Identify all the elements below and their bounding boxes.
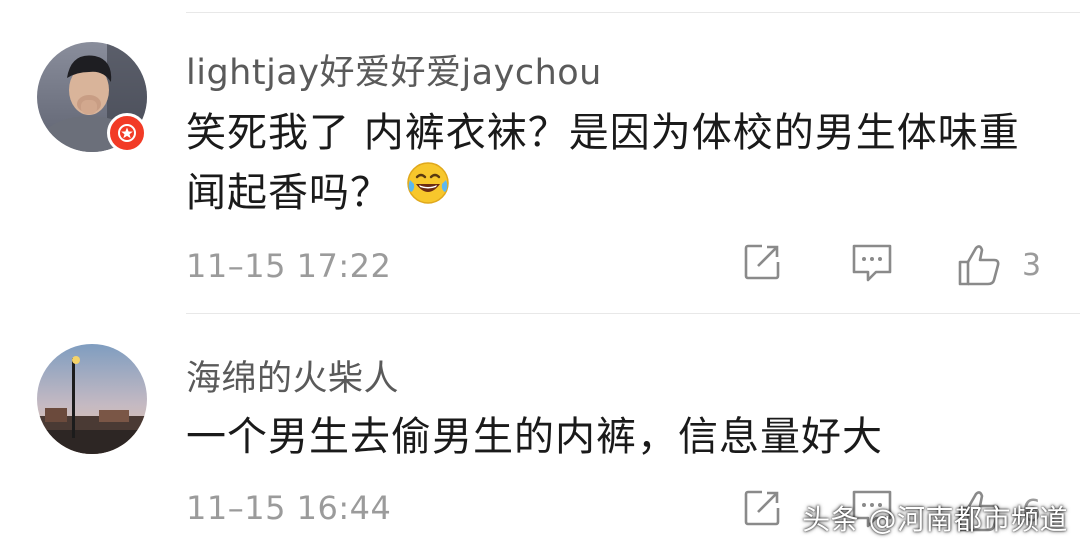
share-icon — [744, 490, 780, 526]
username[interactable]: 海绵的火柴人 — [186, 350, 399, 401]
laughing-tears-emoji-icon — [405, 160, 451, 223]
share-button[interactable] — [742, 242, 782, 282]
avatar[interactable] — [37, 344, 147, 454]
verified-badge — [107, 113, 147, 153]
like-count: 3 — [1022, 247, 1042, 283]
comment-text: 一个男生去偷男生的内裤，信息量好大 — [186, 414, 883, 460]
share-button[interactable] — [742, 488, 782, 528]
share-icon — [744, 244, 780, 280]
timestamp: 11–15 16:44 — [186, 489, 392, 527]
thumbs-up-icon — [958, 245, 1000, 286]
comment-item: lightjay好爱好爱jaychou 笑死我了 内裤衣袜？是因为体校的男生体味… — [0, 0, 1080, 313]
comment-body: 笑死我了 内裤衣袜？是因为体校的男生体味重 闻起香吗？ — [186, 110, 1020, 216]
comment-text: 笑死我了 内裤衣袜？是因为体校的男生体味重 闻起香吗？ — [186, 103, 1046, 227]
comment-button[interactable] — [850, 242, 894, 284]
avatar-image — [37, 344, 147, 454]
star-icon — [118, 124, 136, 142]
comment-feed: lightjay好爱好爱jaychou 笑死我了 内裤衣袜？是因为体校的男生体味… — [0, 0, 1080, 548]
username[interactable]: lightjay好爱好爱jaychou — [186, 44, 602, 95]
comment-icon — [852, 244, 892, 282]
like-button[interactable]: 3 — [956, 242, 1041, 288]
watermark: 头条 @河南都市频道 — [802, 503, 1068, 536]
timestamp: 11–15 17:22 — [186, 247, 392, 285]
